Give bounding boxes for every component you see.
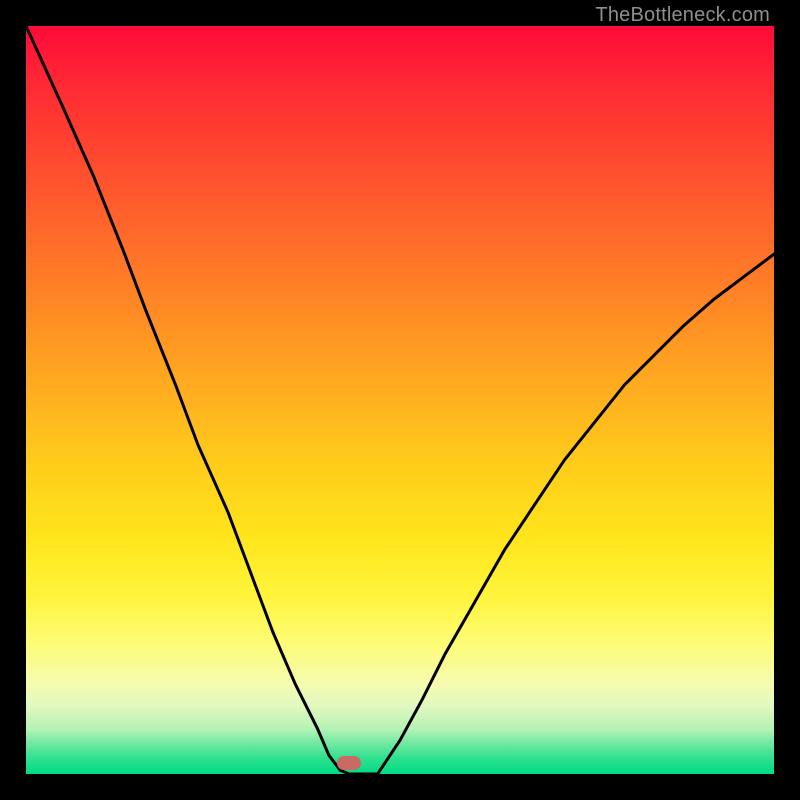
optimum-marker [337, 756, 361, 770]
plot-area [26, 26, 774, 774]
chart-frame: TheBottleneck.com [0, 0, 800, 800]
watermark-text: TheBottleneck.com [595, 4, 770, 27]
curve-layer [26, 26, 774, 774]
bottleneck-curve [26, 26, 774, 774]
